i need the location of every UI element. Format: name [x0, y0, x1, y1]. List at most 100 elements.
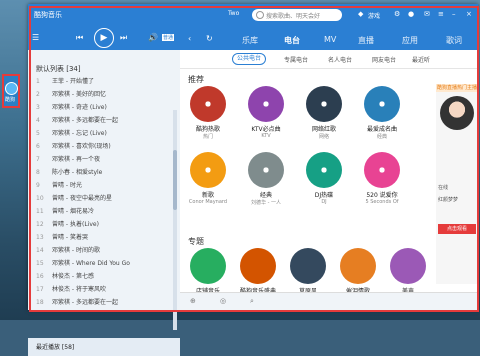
- special-topic-card[interactable]: 催泪情歌: [336, 248, 380, 295]
- play-button[interactable]: ▶: [94, 28, 114, 48]
- anchor-avatar[interactable]: [440, 96, 474, 130]
- tab-radio[interactable]: 电台: [284, 35, 300, 53]
- desktop-app-icon[interactable]: 酷狗: [2, 74, 20, 108]
- playlist-song-item[interactable]: 15 邓紫棋 - Where Did You Go: [36, 258, 172, 270]
- song-title: 邓紫棋 - 喜欢你(现场): [52, 143, 111, 150]
- playlist-song-item[interactable]: 13 曾晴 - 笑着哭: [36, 232, 172, 244]
- prev-track-icon[interactable]: ⏮: [76, 33, 83, 43]
- locate-icon[interactable]: ◎: [220, 297, 226, 305]
- subnav-recent[interactable]: 最近听: [412, 55, 430, 64]
- recommend-heading: 推荐: [188, 75, 204, 84]
- music-player-window: 酷狗音乐 Two 搜索歌曲、明天会好 ◆ 游戏 ⚙ ● ✉ ≡ – × ☰ ⏮ …: [28, 4, 478, 356]
- close-icon[interactable]: ×: [466, 11, 473, 18]
- gear-icon[interactable]: ⚙: [394, 11, 401, 18]
- radio-station-card[interactable]: DJ热碟 DJ: [302, 152, 346, 205]
- recent-play-bar[interactable]: 最近播放 [58]: [28, 338, 180, 356]
- add-icon[interactable]: ⊕: [190, 297, 196, 305]
- subnav-public[interactable]: 公共电台: [232, 53, 267, 65]
- station-cover[interactable]: [248, 152, 284, 188]
- playlist-song-item[interactable]: 2 邓紫棋 - 美好的回忆: [36, 89, 172, 101]
- radio-station-card[interactable]: KTV必点曲 KTV: [244, 86, 288, 139]
- mail-icon[interactable]: ✉: [424, 11, 431, 18]
- recent-play-label: 最近播放 [58]: [36, 344, 75, 351]
- user-name[interactable]: Two: [228, 10, 239, 17]
- song-title: 邓紫棋 - 时间的歌: [52, 247, 100, 254]
- station-title: DJ热碟: [314, 192, 334, 199]
- refresh-icon[interactable]: ↻: [206, 34, 213, 43]
- desktop-icon-label: 酷狗: [5, 97, 16, 103]
- radio-content: 公共电台 专属电台 名人电台 网友电台 最近听 推荐 酷狗热歌 热门 KTV必点曲 K…: [180, 50, 478, 310]
- promo-ad-label: 酷狗直播热门主播: [436, 84, 478, 92]
- playlist-song-item[interactable]: 11 曾晴 - 烟花易冷: [36, 206, 172, 218]
- radio-station-card[interactable]: 经典 刘德华 - 一人: [244, 152, 288, 206]
- station-cover[interactable]: [364, 152, 400, 188]
- playlist-song-item[interactable]: 18 邓紫棋 - 多远都要在一起: [36, 297, 172, 309]
- station-title: 经典: [259, 192, 272, 199]
- topic-cover[interactable]: [240, 248, 276, 284]
- topic-cover[interactable]: [290, 248, 326, 284]
- playlist-song-item[interactable]: 17 林俊杰 - 将于寒风吹: [36, 284, 172, 296]
- tab-apps[interactable]: 应用: [402, 35, 418, 46]
- skin-icon[interactable]: ●: [408, 11, 415, 18]
- station-cover[interactable]: [190, 86, 226, 122]
- playlist-song-item[interactable]: 1 王菲 - 开始懂了: [36, 76, 172, 88]
- playlist-song-item[interactable]: 5 邓紫棋 - 忘记 (Live): [36, 128, 172, 140]
- list-toggle-icon[interactable]: ☰: [32, 33, 39, 42]
- playlist-song-item[interactable]: 8 陈小春 - 相爱style: [36, 167, 172, 179]
- playlist-song-item[interactable]: 9 曾晴 - 时光: [36, 180, 172, 192]
- tab-lyrics[interactable]: 歌词: [446, 35, 462, 46]
- radio-station-card[interactable]: 酷狗热歌 热门: [186, 86, 230, 140]
- special-topic-card[interactable]: 店铺音乐: [186, 248, 230, 295]
- song-title: 曾晴 - 笑着哭: [52, 234, 88, 241]
- subnav-celebrity[interactable]: 名人电台: [328, 55, 352, 64]
- radio-station-card[interactable]: 520 说爱你 5 Seconds Of: [360, 152, 404, 205]
- search-list-icon[interactable]: ⌕: [250, 297, 254, 306]
- station-cover[interactable]: [306, 152, 342, 188]
- station-cover[interactable]: [364, 86, 400, 122]
- playlist-song-item[interactable]: 16 林俊杰 - 第七感: [36, 271, 172, 283]
- special-topic-card[interactable]: 草原风: [286, 248, 330, 295]
- scroll-thumb[interactable]: [173, 150, 177, 210]
- station-title: 520 说爱你: [366, 192, 398, 199]
- topic-cover[interactable]: [340, 248, 376, 284]
- radio-station-card[interactable]: 新歌 Conor Maynard: [186, 152, 230, 205]
- special-topic-card[interactable]: 酷狗音乐盛典: [236, 248, 280, 295]
- subnav-exclusive[interactable]: 专属电台: [284, 55, 308, 64]
- playlist-song-item[interactable]: 12 曾晴 - 执着(Live): [36, 219, 172, 231]
- topic-cover[interactable]: [390, 248, 426, 284]
- tab-mv[interactable]: MV: [324, 35, 336, 44]
- tab-library[interactable]: 乐库: [242, 35, 258, 46]
- next-track-icon[interactable]: ⏭: [120, 33, 127, 43]
- subnav-user[interactable]: 网友电台: [372, 55, 396, 64]
- watch-button[interactable]: 点击观看: [438, 224, 476, 234]
- game-label[interactable]: 游戏: [368, 11, 380, 20]
- playlist-song-item[interactable]: 10 曾晴 - 夜空中最亮的星: [36, 193, 172, 205]
- radio-station-card[interactable]: 网络红歌 网络: [302, 86, 346, 140]
- play-mode-badge[interactable]: 普通: [162, 34, 175, 41]
- menu-icon[interactable]: ≡: [438, 11, 445, 18]
- playlist-scrollbar[interactable]: [173, 110, 177, 330]
- live-promo-panel[interactable]: 酷狗直播热门主播 在线 红颜梦梦 点击观看: [436, 84, 478, 284]
- topic-cover[interactable]: [190, 248, 226, 284]
- station-title: 新歌: [201, 192, 214, 199]
- back-icon[interactable]: ‹: [188, 34, 191, 43]
- minimize-icon[interactable]: –: [452, 11, 459, 18]
- station-subtitle: 经典: [376, 134, 387, 140]
- station-cover[interactable]: [190, 152, 226, 188]
- special-topic-card[interactable]: 美声: [386, 248, 430, 295]
- playlist-song-item[interactable]: 7 邓紫棋 - 再一个夜: [36, 154, 172, 166]
- volume-icon[interactable]: 🔊: [148, 33, 158, 42]
- game-icon[interactable]: ◆: [358, 11, 365, 18]
- playlist-header[interactable]: 默认列表 [34]: [36, 64, 81, 74]
- station-cover[interactable]: [306, 86, 342, 122]
- song-number: 7: [36, 156, 40, 163]
- station-cover[interactable]: [248, 86, 284, 122]
- song-number: 18: [36, 299, 44, 306]
- search-input[interactable]: 搜索歌曲、明天会好: [252, 9, 342, 21]
- playlist-song-item[interactable]: 14 邓紫棋 - 时间的歌: [36, 245, 172, 257]
- radio-station-card[interactable]: 最爱成名曲 经典: [360, 86, 404, 140]
- playlist-song-item[interactable]: 6 邓紫棋 - 喜欢你(现场): [36, 141, 172, 153]
- tab-live[interactable]: 直播: [358, 35, 374, 46]
- playlist-song-item[interactable]: 3 邓紫棋 - 奇迹 (Live): [36, 102, 172, 114]
- playlist-song-item[interactable]: 4 邓紫棋 - 多远都要在一起: [36, 115, 172, 127]
